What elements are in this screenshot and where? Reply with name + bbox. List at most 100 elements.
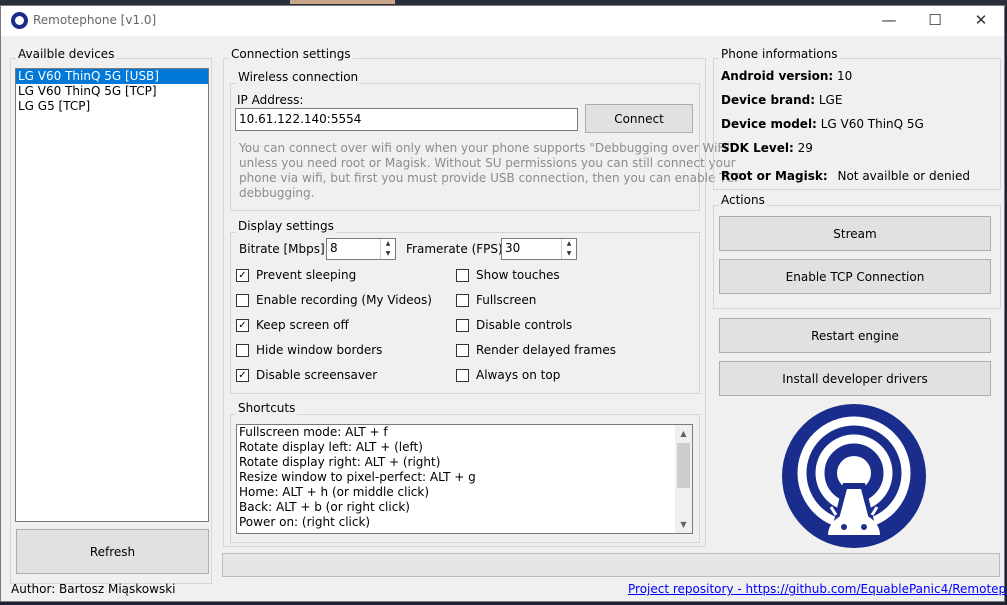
android-version-row: Android version: 10 [721, 69, 852, 83]
display-option-label: Enable recording (My Videos) [256, 293, 432, 307]
decrement-icon[interactable]: ▼ [562, 249, 576, 259]
device-item[interactable]: LG V60 ThinQ 5G [TCP] [16, 84, 208, 99]
increment-icon[interactable]: ▲ [381, 239, 395, 249]
framerate-stepper[interactable]: 30 ▲ ▼ [501, 238, 577, 260]
root-label: Root or Magisk: [721, 169, 828, 183]
refresh-button[interactable]: Refresh [16, 529, 209, 574]
scroll-up-icon[interactable]: ▲ [675, 425, 692, 442]
display-option-checkbox[interactable]: Hide window borders [236, 343, 382, 357]
checkbox-unchecked-icon[interactable] [456, 343, 469, 357]
shortcut-lines: Fullscreen mode: ALT + f Rotate display l… [237, 425, 692, 530]
framerate-value: 30 [505, 241, 521, 255]
sdk-level-row: SDK Level: 29 [721, 141, 813, 155]
display-option-label: Hide window borders [256, 343, 383, 357]
devices-legend: Availble devices [16, 47, 117, 61]
shortcut-line: Back: ALT + b (or right click) [239, 500, 410, 514]
root-row: Root or Magisk: Not availble or denied [721, 169, 970, 183]
display-option-checkbox[interactable]: ✓ Keep screen off [236, 318, 349, 332]
checkbox-unchecked-icon[interactable] [456, 293, 469, 307]
ip-address-input[interactable]: 10.61.122.140:5554 [235, 108, 578, 131]
maximize-button[interactable]: ☐ [912, 6, 958, 36]
display-option-checkbox[interactable]: ✓ Prevent sleeping [236, 268, 356, 282]
framerate-stepper-arrows[interactable]: ▲ ▼ [561, 239, 576, 259]
checkbox-unchecked-icon[interactable] [456, 368, 469, 382]
enable-tcp-button[interactable]: Enable TCP Connection [719, 259, 991, 294]
display-option-checkbox[interactable]: ✓ Disable screensaver [236, 368, 377, 382]
display-option-label: Keep screen off [256, 318, 349, 332]
shortcut-line: Fullscreen mode: ALT + f [239, 425, 388, 439]
display-option-checkbox[interactable]: Always on top [456, 368, 560, 382]
display-option-checkbox[interactable]: Show touches [456, 268, 560, 282]
checkbox-unchecked-icon[interactable] [456, 318, 469, 332]
display-option-checkbox[interactable]: Render delayed frames [456, 343, 616, 357]
scroll-down-icon[interactable]: ▼ [675, 516, 692, 533]
increment-icon[interactable]: ▲ [562, 239, 576, 249]
display-option-label: Show touches [476, 268, 560, 282]
display-option-checkbox[interactable]: Fullscreen [456, 293, 536, 307]
stream-button[interactable]: Stream [719, 216, 991, 251]
display-option-checkbox[interactable]: Disable controls [456, 318, 572, 332]
checkbox-unchecked-icon[interactable] [456, 268, 469, 282]
checkbox-checked-icon[interactable]: ✓ [236, 268, 249, 282]
minimize-button[interactable]: — [866, 6, 912, 36]
ip-address-label: IP Address: [237, 93, 304, 107]
restart-engine-button[interactable]: Restart engine [719, 318, 991, 353]
remotephone-logo-icon [782, 404, 926, 548]
checkbox-checked-icon[interactable]: ✓ [236, 368, 249, 382]
device-item[interactable]: LG V60 ThinQ 5G [USB] [16, 69, 208, 84]
root-value: Not availble or denied [837, 169, 970, 183]
checkbox-checked-icon[interactable]: ✓ [236, 318, 249, 332]
close-button[interactable]: ✕ [958, 6, 1004, 36]
device-model-row: Device model: LG V60 ThinQ 5G [721, 117, 924, 131]
checkbox-unchecked-icon[interactable] [236, 293, 249, 307]
connection-settings-legend: Connection settings [229, 47, 353, 61]
shortcut-line: Rotate display left: ALT + (left) [239, 440, 423, 454]
wifi-hint-line: phone via wifi, but first you must provi… [239, 171, 742, 185]
shortcuts-scrollbar[interactable]: ▲ ▼ [675, 425, 692, 533]
author-label: Author: Bartosz Miąskowski [11, 582, 176, 596]
decrement-icon[interactable]: ▼ [381, 249, 395, 259]
wireless-connection-legend: Wireless connection [236, 70, 361, 84]
display-settings-legend: Display settings [236, 219, 336, 233]
framerate-label: Framerate (FPS): [406, 242, 507, 256]
wifi-hint-line: You can connect over wifi only when your… [239, 141, 733, 155]
bitrate-stepper[interactable]: 8 ▲ ▼ [326, 238, 396, 260]
actions-legend: Actions [719, 193, 767, 207]
display-option-label: Disable screensaver [256, 368, 378, 382]
shortcuts-textarea[interactable]: Fullscreen mode: ALT + f Rotate display l… [236, 424, 693, 534]
scrollbar-thumb[interactable] [677, 443, 690, 488]
project-repository-link[interactable]: Project repository - https://github.com/… [628, 582, 1007, 596]
android-version-label: Android version: [721, 69, 834, 83]
desktop-background-detail [290, 0, 395, 4]
bitrate-stepper-arrows[interactable]: ▲ ▼ [380, 239, 395, 259]
device-brand-label: Device brand: [721, 93, 816, 107]
window-title: Remotephone [v1.0] [33, 13, 157, 27]
sdk-level-value: 29 [797, 141, 813, 155]
device-item[interactable]: LG G5 [TCP] [16, 99, 208, 114]
android-version-value: 10 [837, 69, 853, 83]
main-window: Remotephone [v1.0] — ☐ ✕ Availble device… [0, 5, 1007, 602]
device-brand-row: Device brand: LGE [721, 93, 842, 107]
shortcut-line: Resize window to pixel-perfect: ALT + g [239, 470, 476, 484]
shortcuts-legend: Shortcuts [236, 401, 298, 415]
display-option-label: Render delayed frames [476, 343, 616, 357]
bitrate-label: Bitrate [Mbps]: [239, 242, 329, 256]
sdk-level-label: SDK Level: [721, 141, 794, 155]
wifi-hint-line: debbugging. [239, 186, 315, 200]
checkbox-unchecked-icon[interactable] [236, 343, 249, 357]
bitrate-value: 8 [330, 241, 338, 255]
stream-progress-bar [222, 553, 1000, 577]
shortcut-line: Rotate display right: ALT + (right) [239, 455, 441, 469]
install-drivers-button[interactable]: Install developer drivers [719, 361, 991, 396]
title-bar[interactable]: Remotephone [v1.0] — ☐ ✕ [1, 6, 1004, 36]
devices-list[interactable]: LG V60 ThinQ 5G [USB] LG V60 ThinQ 5G [T… [15, 68, 209, 522]
shortcut-line: Home: ALT + h (or middle click) [239, 485, 430, 499]
device-model-value: LG V60 ThinQ 5G [820, 117, 924, 131]
display-option-checkbox[interactable]: Enable recording (My Videos) [236, 293, 432, 307]
shortcut-line: Power on: (right click) [239, 515, 371, 529]
display-option-label: Disable controls [476, 318, 573, 332]
display-option-label: Fullscreen [476, 293, 537, 307]
remotephone-logo-icon [11, 12, 28, 29]
wifi-hint-line: unless you need root or Magisk. Without … [239, 156, 736, 170]
connect-button[interactable]: Connect [585, 104, 693, 133]
